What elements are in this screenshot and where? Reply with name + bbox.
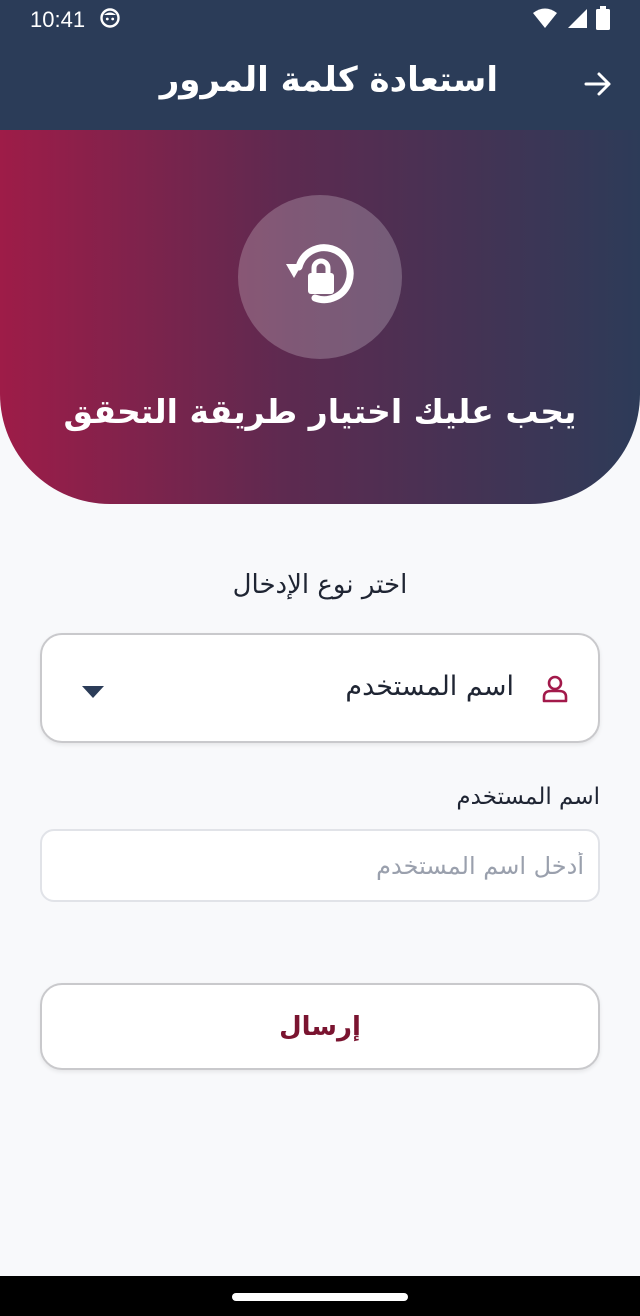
hero-message: يجب عليك اختيار طريقة التحقق	[63, 392, 577, 431]
input-type-selected: اسم المستخدم	[345, 671, 514, 702]
lock-reset-icon	[275, 230, 365, 324]
input-type-dropdown[interactable]: اسم المستخدم	[40, 633, 600, 743]
username-label: اسم المستخدم	[456, 784, 600, 810]
signal-icon	[566, 7, 588, 33]
status-bar: 10:41	[0, 0, 640, 40]
password-recovery-screen: 10:41 استعادة كلمة المرور يجب عليك اختيا…	[0, 0, 640, 1316]
chevron-down-icon	[82, 683, 104, 702]
status-right	[532, 6, 610, 34]
back-button[interactable]	[578, 66, 618, 106]
page-title: استعادة كلمة المرور	[159, 60, 498, 100]
input-type-label: اختر نوع الإدخال	[232, 570, 408, 600]
notification-face-icon	[99, 7, 121, 33]
home-indicator[interactable]	[232, 1293, 408, 1301]
wifi-icon	[532, 7, 558, 33]
username-input[interactable]	[40, 829, 600, 902]
navigation-bar	[0, 1276, 640, 1316]
hero-banner: يجب عليك اختيار طريقة التحقق	[0, 130, 640, 504]
status-time: 10:41	[30, 7, 86, 32]
status-left: 10:41	[30, 7, 121, 33]
app-bar: استعادة كلمة المرور	[0, 40, 640, 130]
battery-icon	[596, 6, 610, 34]
submit-button[interactable]: إرسال	[40, 983, 600, 1070]
arrow-right-icon	[583, 69, 613, 103]
user-icon	[542, 675, 568, 707]
hero-icon-circle	[238, 195, 402, 359]
